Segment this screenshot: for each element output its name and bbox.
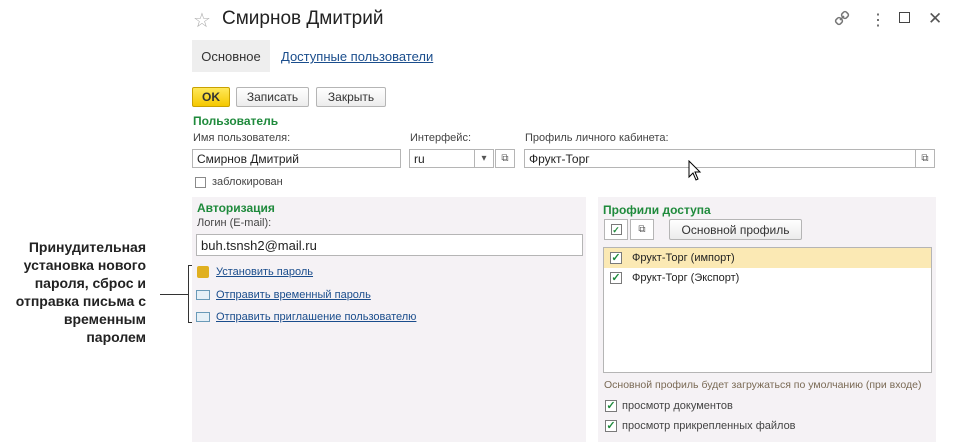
interface-open-icon[interactable]: ⧉ [495,149,515,168]
login-label: Логин (E-mail): [197,217,272,229]
view-docs-checkbox[interactable]: ✓ [605,400,617,412]
interface-label: Интерфейс: [410,132,471,144]
link-icon[interactable] [834,10,850,31]
auth-section-title: Авторизация [197,201,275,215]
send-invitation-link[interactable]: Отправить приглашение пользователю [216,311,416,323]
annotation-line: пароля, сброс и [34,275,146,291]
envelope-icon [196,290,210,300]
annotation-bracket [188,265,189,323]
user-name-field[interactable]: Смирнов Дмитрий [192,149,401,168]
annotation-line: отправка письма с [15,293,146,309]
tab-main-label: Основное [201,48,261,64]
more-menu-icon[interactable]: ⋮ [870,10,886,30]
annotation-line: временным [63,311,146,327]
user-section-title: Пользователь [193,114,279,128]
user-name-label: Имя пользователя: [193,132,291,144]
close-icon[interactable]: ✕ [928,9,942,29]
list-item[interactable]: ✓ Фрукт-Торг (Экспорт) [604,268,931,288]
interface-dropdown-icon[interactable]: ▾ [474,149,494,168]
maximize-icon[interactable] [899,12,910,23]
check-all-icon[interactable]: ✓ [604,219,628,240]
login-field[interactable]: buh.tsnsh2@mail.ru [196,234,583,256]
view-docs-label: просмотр документов [622,400,733,412]
mouse-cursor-icon [688,159,702,185]
annotation-line: установка нового [23,257,146,273]
access-section-title: Профили доступа [603,203,711,217]
tab-main[interactable]: Основное [192,40,270,72]
favorite-star-icon[interactable]: ☆ [193,8,211,33]
ok-button[interactable]: OK [192,87,230,107]
set-password-link[interactable]: Установить пароль [216,266,313,278]
interface-field[interactable]: ru [409,149,475,168]
profile-open-icon[interactable]: ⧉ [915,149,935,168]
profile-name: Фрукт-Торг (Экспорт) [632,272,740,284]
annotation-line: Принудительная [28,239,146,255]
main-profile-button[interactable]: Основной профиль [669,219,802,240]
uncheck-all-icon[interactable]: ⧉ [630,219,654,240]
close-button[interactable]: Закрыть [316,87,386,107]
tab-available-users[interactable]: Доступные пользователи [281,49,433,64]
profile-checkbox[interactable]: ✓ [610,252,622,264]
annotation-pointer [160,294,188,295]
profile-checkbox[interactable]: ✓ [610,272,622,284]
view-files-label: просмотр прикрепленных файлов [622,420,796,432]
view-files-checkbox[interactable]: ✓ [605,420,617,432]
profile-name: Фрукт-Торг (импорт) [632,252,735,264]
page-title: Смирнов Дмитрий [222,8,384,29]
profiles-list: ✓ Фрукт-Торг (импорт) ✓ Фрукт-Торг (Эксп… [603,247,932,373]
envelope-icon [196,312,210,322]
save-button[interactable]: Записать [236,87,309,107]
profile-field[interactable]: Фрукт-Торг [524,149,916,168]
blocked-checkbox[interactable] [195,177,206,188]
annotation-line: паролем [86,329,146,345]
lock-icon [197,266,209,278]
profile-label: Профиль личного кабинета: [525,132,669,144]
annotation-text: Принудительная установка нового пароля, … [4,238,146,346]
blocked-label: заблокирован [212,176,283,188]
list-item[interactable]: ✓ Фрукт-Торг (импорт) [604,248,931,268]
main-profile-hint: Основной профиль будет загружаться по ум… [604,379,922,391]
send-temp-password-link[interactable]: Отправить временный пароль [216,289,371,301]
